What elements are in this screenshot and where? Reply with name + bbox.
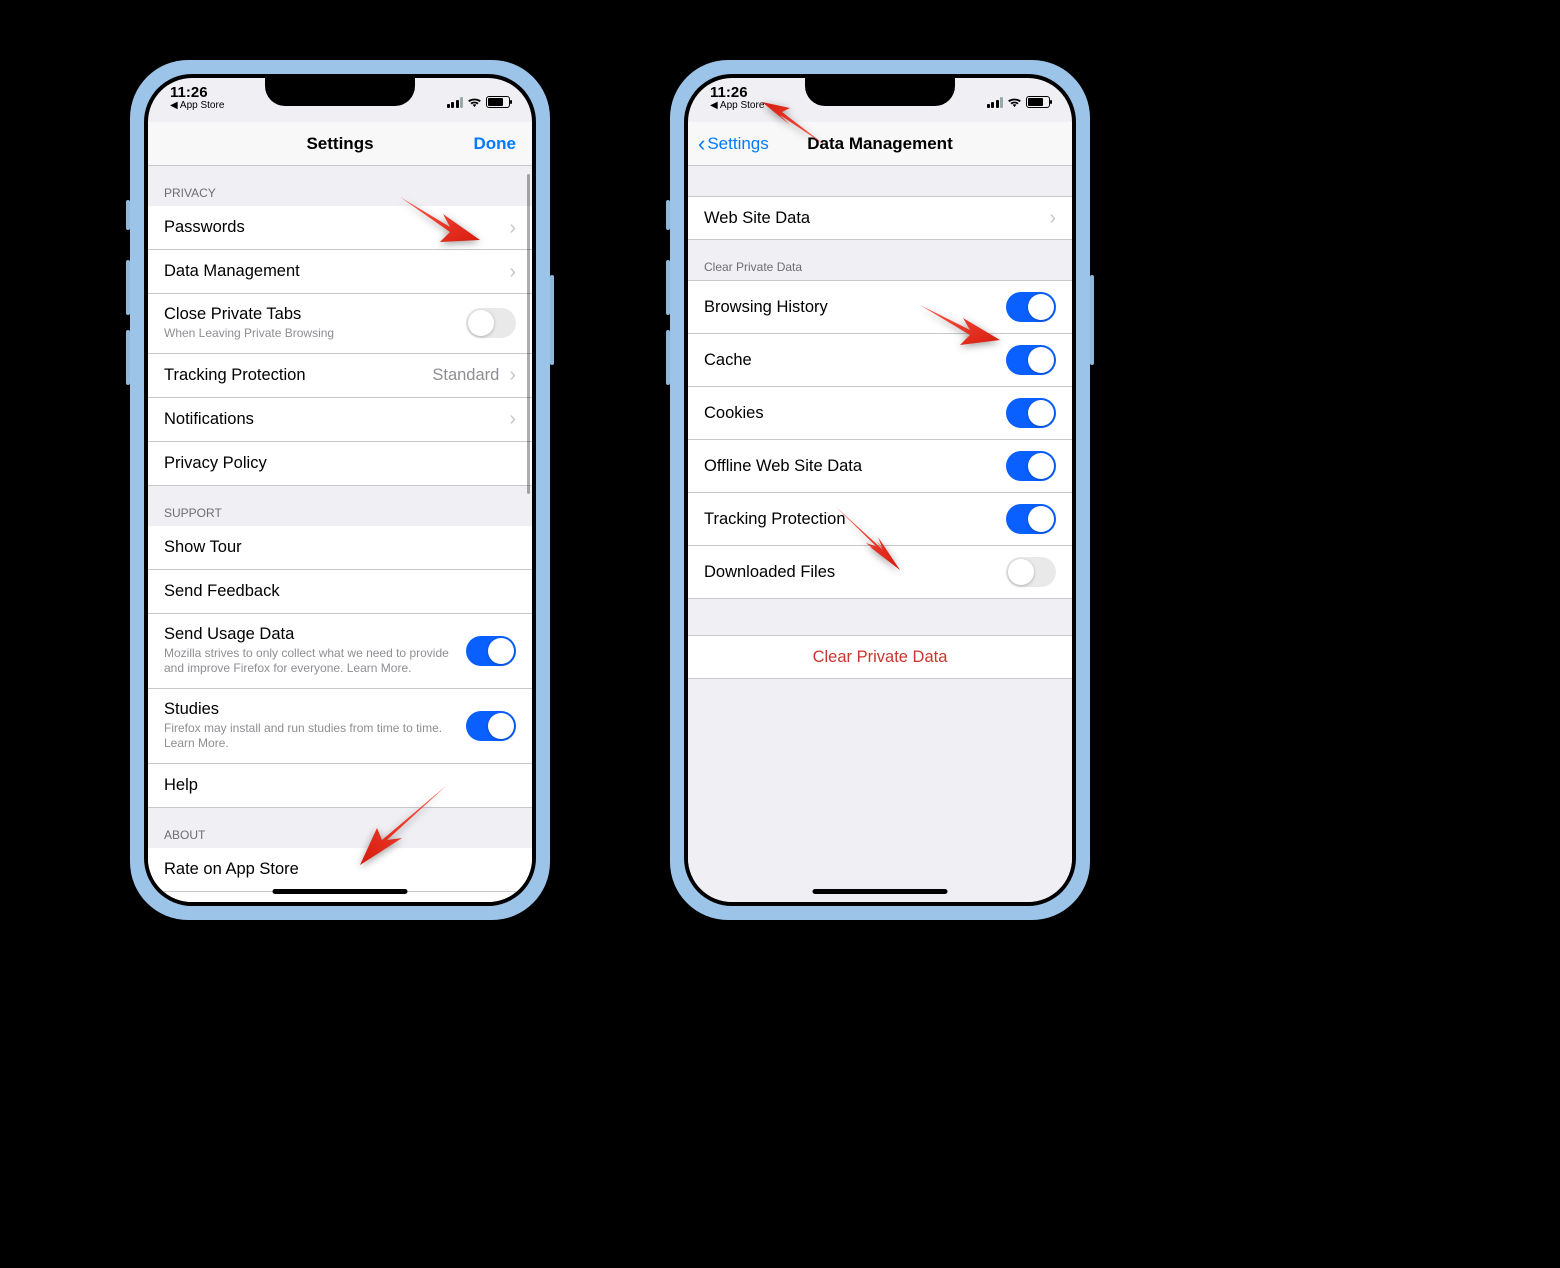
row-privacy-policy[interactable]: Privacy Policy [148, 442, 532, 486]
row-tracking-protection[interactable]: Tracking Protection Standard› [148, 354, 532, 398]
toggle-offline[interactable] [1006, 451, 1056, 481]
toggle-studies[interactable] [466, 711, 516, 741]
toggle-cookies[interactable] [1006, 398, 1056, 428]
cellular-icon [987, 97, 1004, 108]
row-send-feedback[interactable]: Send Feedback [148, 570, 532, 614]
phone-settings: 11:26 ◀ App Store Settings Done PRIVACY … [130, 60, 550, 920]
wifi-icon [467, 97, 482, 108]
annotation-arrow-icon [915, 300, 1005, 360]
row-cookies[interactable]: Cookies [688, 387, 1072, 440]
row-close-private-tabs[interactable]: Close Private Tabs When Leaving Private … [148, 294, 532, 354]
back-button[interactable]: ‹ Settings [698, 134, 769, 154]
status-time: 11:26 [170, 85, 224, 100]
clear-private-data-button[interactable]: Clear Private Data [688, 635, 1072, 679]
row-studies[interactable]: Studies Firefox may install and run stud… [148, 689, 532, 764]
row-notifications[interactable]: Notifications › [148, 398, 532, 442]
chevron-left-icon: ‹ [698, 138, 705, 149]
section-clear-header: Clear Private Data [688, 240, 1072, 280]
section-support-header: SUPPORT [148, 486, 532, 526]
row-history[interactable]: Browsing History [688, 280, 1072, 334]
status-time: 11:26 [710, 85, 764, 100]
annotation-arrow-icon [352, 780, 452, 875]
home-indicator[interactable] [813, 889, 948, 894]
phone-data-management: 11:26 ◀ App Store ‹ Settings Data Manage… [670, 60, 1090, 920]
chevron-right-icon: › [509, 370, 516, 380]
toggle-usage[interactable] [466, 636, 516, 666]
status-back-hint[interactable]: ◀ App Store [710, 101, 764, 111]
status-back-hint[interactable]: ◀ App Store [170, 101, 224, 111]
annotation-arrow-icon [395, 192, 485, 257]
battery-icon [1026, 96, 1050, 108]
annotation-arrow-icon [760, 100, 830, 155]
chevron-right-icon: › [1049, 213, 1056, 223]
row-help[interactable]: Help [148, 764, 532, 808]
settings-list[interactable]: PRIVACY Passwords › Data Management › Cl… [148, 166, 532, 902]
row-cache[interactable]: Cache [688, 334, 1072, 387]
nav-title: Settings [306, 134, 373, 154]
navbar: Settings Done [148, 122, 532, 166]
row-rate[interactable]: Rate on App Store [148, 848, 532, 892]
scroll-indicator[interactable] [527, 174, 530, 494]
toggle-tracking[interactable] [1006, 504, 1056, 534]
toggle-history[interactable] [1006, 292, 1056, 322]
navbar: ‹ Settings Data Management [688, 122, 1072, 166]
row-offline[interactable]: Offline Web Site Data [688, 440, 1072, 493]
done-button[interactable]: Done [474, 134, 517, 154]
home-indicator[interactable] [273, 889, 408, 894]
tracking-value: Standard [432, 366, 499, 385]
chevron-right-icon: › [509, 223, 516, 233]
battery-icon [486, 96, 510, 108]
row-send-usage[interactable]: Send Usage Data Mozilla strives to only … [148, 614, 532, 689]
chevron-right-icon: › [509, 414, 516, 424]
wifi-icon [1007, 97, 1022, 108]
annotation-arrow-icon [828, 505, 908, 580]
row-website-data[interactable]: Web Site Data › [688, 196, 1072, 240]
toggle-cache[interactable] [1006, 345, 1056, 375]
toggle-downloads[interactable] [1006, 557, 1056, 587]
chevron-right-icon: › [509, 267, 516, 277]
cellular-icon [447, 97, 464, 108]
clear-button-label: Clear Private Data [704, 648, 1056, 667]
section-about-header: ABOUT [148, 808, 532, 848]
notch [265, 78, 415, 106]
toggle-close-tabs[interactable] [466, 308, 516, 338]
row-show-tour[interactable]: Show Tour [148, 526, 532, 570]
